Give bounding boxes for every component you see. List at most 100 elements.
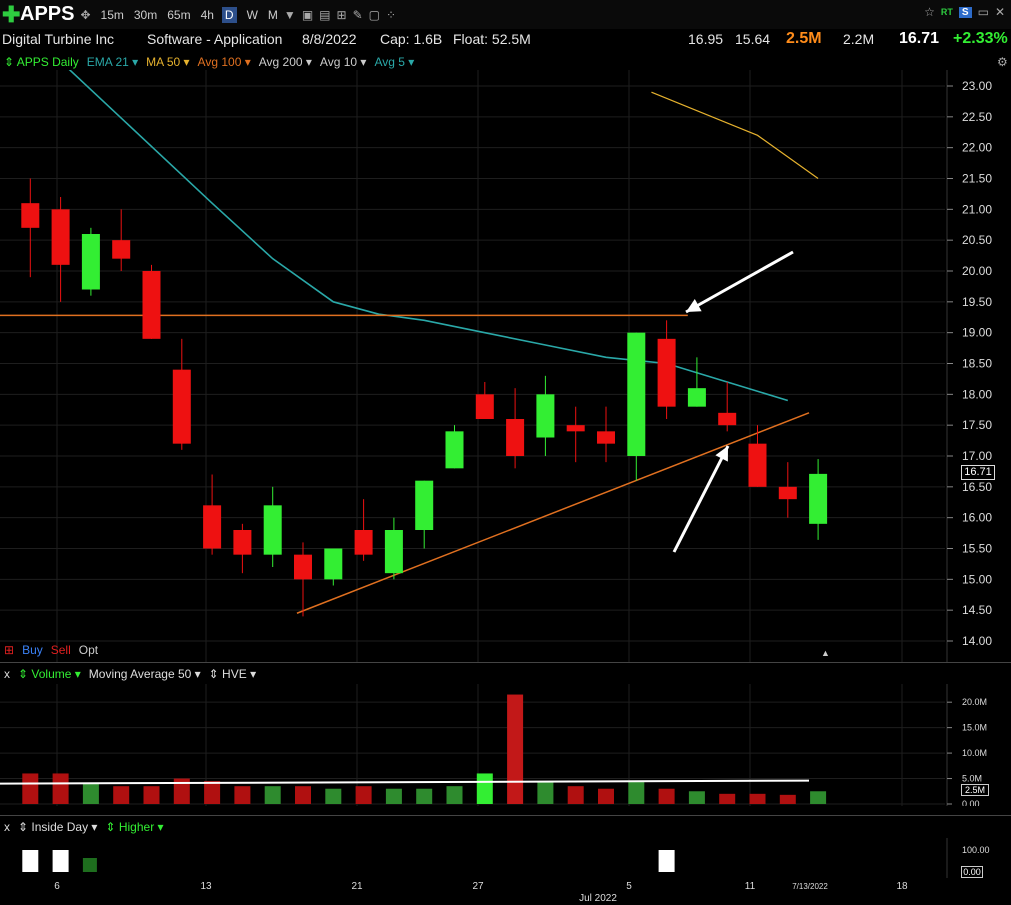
- higher-study[interactable]: ⇕ Higher ▾: [105, 820, 163, 834]
- candle-body: [718, 412, 737, 426]
- last-price: 16.71: [899, 30, 940, 47]
- candle-body: [536, 394, 555, 438]
- x-tick-label: 7/13/2022: [792, 882, 828, 891]
- candle-body: [172, 369, 191, 444]
- volume-bar: [749, 793, 766, 804]
- edit-icon[interactable]: ▢: [369, 8, 380, 22]
- timeframe-weekly[interactable]: W: [247, 8, 258, 22]
- x-tick-label: 21: [351, 881, 363, 892]
- x-tick-label: 11: [745, 881, 756, 892]
- candle-body: [627, 332, 646, 456]
- candle-body: [203, 505, 222, 549]
- symbol-label[interactable]: APPS: [20, 3, 74, 26]
- close-inside-button[interactable]: x: [4, 820, 10, 834]
- volume-ma-study[interactable]: Moving Average 50 ▾: [89, 667, 201, 681]
- timeframe-daily[interactable]: D: [221, 6, 237, 23]
- settings-icon[interactable]: ⚙: [997, 55, 1008, 69]
- x-tick-label: 13: [200, 881, 212, 892]
- x-tick-label: 27: [472, 881, 484, 892]
- share-icon[interactable]: ⁘: [386, 8, 396, 22]
- study-ma50[interactable]: MA 50 ▾: [146, 55, 189, 69]
- float: Float: 52.5M: [453, 31, 531, 47]
- trade-icon[interactable]: ⊞: [4, 643, 14, 657]
- study-ema21[interactable]: EMA 21 ▾: [87, 55, 138, 69]
- higher-bar: [82, 858, 97, 872]
- volume-tick-label: 10.0M: [962, 748, 987, 758]
- candle-body: [142, 271, 161, 339]
- draw-icon[interactable]: ✎: [353, 8, 363, 22]
- volume-chart[interactable]: 20.0M 15.0M 10.0M 5.0M 0.00: [0, 684, 1011, 806]
- study-avg5[interactable]: Avg 5 ▾: [374, 55, 414, 69]
- volume-bar: [264, 786, 281, 804]
- realtime-icon[interactable]: RT: [941, 7, 953, 17]
- last-price-marker: 16.71: [961, 465, 995, 480]
- ema21-line: [68, 70, 789, 402]
- dropdown-icon[interactable]: ▼: [284, 8, 296, 22]
- volume-bar: [143, 786, 160, 804]
- inside-day-study[interactable]: ⇕ Inside Day ▾: [18, 820, 97, 834]
- options-button[interactable]: Opt: [79, 643, 98, 657]
- compare-icon[interactable]: ▤: [319, 8, 330, 22]
- window-controls: ☆ RT S ▭ ✕: [924, 5, 1005, 19]
- inside-current-marker: 0.00: [961, 866, 983, 878]
- study-symbol[interactable]: ⇕ APPS Daily: [4, 55, 79, 69]
- study-avg10[interactable]: Avg 10 ▾: [320, 55, 367, 69]
- candle-body: [112, 240, 131, 259]
- volume-value: 2.5M: [786, 30, 822, 47]
- candle-body: [233, 530, 252, 555]
- timeframe-30m[interactable]: 30m: [134, 8, 157, 22]
- price-tick-label: 14.00: [962, 634, 992, 648]
- close-icon[interactable]: ✕: [995, 5, 1005, 19]
- x-axis: 6 13 21 27 5 11 7/13/2022 18 Jul 2022: [54, 881, 908, 904]
- inside-day-bar: [22, 850, 39, 872]
- volume-bar: [598, 788, 614, 804]
- price-tick-label: 21.00: [962, 202, 992, 216]
- price-tick-label: 22.50: [962, 110, 992, 124]
- volume-bar: [416, 788, 433, 804]
- candle-body: [475, 394, 494, 419]
- hve-study[interactable]: ⇕ HVE ▾: [209, 667, 256, 681]
- volume-bar: [779, 794, 796, 804]
- price-tick-label: 15.00: [962, 572, 992, 586]
- market-cap: Cap: 1.6B: [380, 31, 443, 47]
- candle-body: [81, 234, 100, 290]
- volume-bar: [325, 788, 342, 804]
- buy-button[interactable]: Buy: [22, 643, 43, 657]
- inside-tick-label: 100.00: [962, 845, 990, 855]
- current-volume-marker: 2.5M: [961, 784, 989, 796]
- price-tick-label: 17.50: [962, 418, 992, 432]
- close-volume-button[interactable]: x: [4, 667, 10, 681]
- sell-button[interactable]: Sell: [51, 643, 71, 657]
- timeframe-15m[interactable]: 15m: [101, 8, 124, 22]
- minimize-icon[interactable]: ▭: [978, 5, 989, 19]
- info-bar: Digital Turbine Inc Software - Applicati…: [0, 29, 1011, 52]
- pin-icon[interactable]: ✥: [80, 8, 90, 22]
- study-avg100[interactable]: Avg 100 ▾: [198, 55, 251, 69]
- inside-day-chart[interactable]: 100.00: [0, 838, 1011, 878]
- volume-bar: [355, 786, 372, 804]
- price-tick-label: 18.00: [962, 387, 992, 401]
- timeframe-monthly[interactable]: M: [268, 8, 278, 22]
- x-tick-label: 6: [54, 881, 60, 892]
- s-icon[interactable]: S: [958, 6, 972, 18]
- inside-day-legend: x ⇕ Inside Day ▾ ⇕ Higher ▾: [4, 820, 164, 834]
- collapse-icon[interactable]: ▲: [821, 648, 830, 658]
- volume-bar: [658, 788, 675, 804]
- price-chart[interactable]: 14.00 14.50 15.00 15.50 16.00 16.50 17.00 17.50…: [0, 70, 1011, 662]
- volume-study[interactable]: ⇕ Volume ▾: [18, 667, 81, 681]
- add-icon[interactable]: ✚: [2, 3, 20, 25]
- day-high: 16.95: [688, 31, 724, 47]
- trend-line: [296, 412, 810, 614]
- x-tick-label: 18: [896, 881, 908, 892]
- star-icon[interactable]: ☆: [924, 5, 935, 19]
- timeframe-4h[interactable]: 4h: [201, 8, 214, 22]
- trade-bar: ⊞ Buy Sell Opt: [4, 643, 98, 657]
- candle-body: [445, 431, 464, 469]
- timeframe-65m[interactable]: 65m: [167, 8, 190, 22]
- calculator-icon[interactable]: ⊞: [337, 8, 347, 22]
- study-avg200[interactable]: Avg 200 ▾: [259, 55, 312, 69]
- sector: Software - Application: [147, 31, 283, 47]
- x-tick-label: 5: [626, 881, 632, 892]
- tv-icon[interactable]: ▣: [302, 8, 313, 22]
- volume-bar: [22, 773, 39, 804]
